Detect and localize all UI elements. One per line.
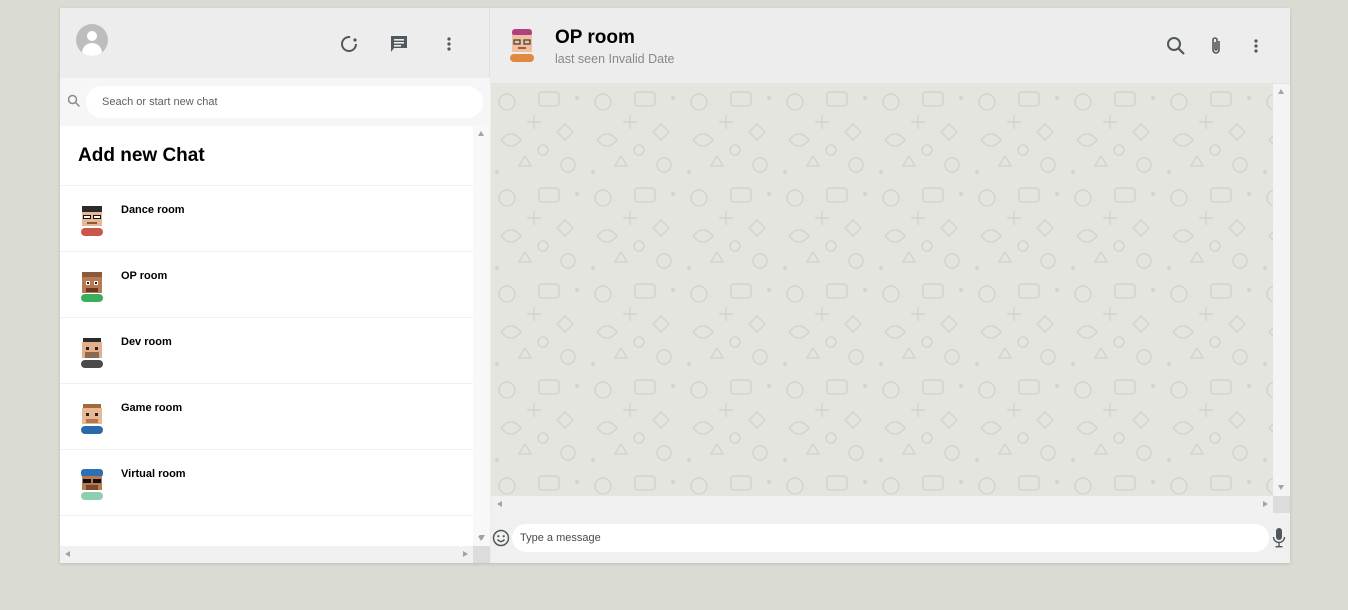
sidebar-horizontal-scrollbar[interactable] — [60, 546, 473, 563]
chat-list: Add new Chat Dance room OP room Dev room… — [60, 126, 473, 546]
composer-scroll-arrow — [479, 535, 485, 540]
chat-menu-icon[interactable] — [1242, 32, 1270, 60]
sidebar-vertical-scrollbar[interactable] — [473, 126, 490, 546]
search-bar — [60, 78, 490, 126]
room-avatar — [81, 469, 103, 500]
chat-item-dance-room[interactable]: Dance room — [60, 186, 473, 252]
app-window: Add new Chat Dance room — [60, 8, 1290, 563]
menu-icon[interactable] — [435, 30, 463, 58]
chat-last-seen: last seen Invalid Date — [555, 52, 675, 66]
attach-icon[interactable] — [1202, 32, 1230, 60]
room-avatar — [81, 272, 103, 302]
chat-item-name: Dev room — [121, 336, 172, 348]
room-avatar — [81, 338, 103, 368]
search-icon — [67, 94, 81, 113]
chat-item-dev-room[interactable]: Dev room — [60, 318, 473, 384]
status-icon[interactable] — [335, 30, 363, 58]
message-composer — [491, 513, 1290, 563]
chat-item-virtual-room[interactable]: Virtual room — [60, 450, 473, 516]
add-new-chat-button[interactable]: Add new Chat — [60, 126, 473, 186]
chat-pane: OP room last seen Invalid Date — [479, 8, 1290, 563]
microphone-icon[interactable] — [1272, 527, 1286, 554]
new-chat-icon[interactable] — [385, 30, 413, 58]
scrollbar-corner — [1273, 496, 1290, 513]
chat-item-name: Game room — [121, 402, 183, 414]
message-input[interactable] — [512, 524, 1269, 552]
room-avatar — [81, 206, 103, 236]
messages-horizontal-scrollbar[interactable] — [491, 496, 1273, 513]
user-avatar[interactable] — [76, 24, 108, 56]
messages-vertical-scrollbar[interactable] — [1273, 84, 1290, 496]
chat-header: OP room last seen Invalid Date — [491, 8, 1290, 84]
messages-area — [491, 84, 1273, 496]
chat-item-game-room[interactable]: Game room — [60, 384, 473, 450]
add-new-chat-label: Add new Chat — [78, 144, 205, 166]
chat-item-name: OP room — [121, 270, 168, 282]
sidebar-header — [60, 8, 490, 78]
chat-room-title: OP room — [555, 27, 635, 48]
sidebar: Add new Chat Dance room — [60, 8, 490, 563]
chat-background-pattern — [491, 84, 1273, 496]
scrollbar-corner — [473, 546, 490, 563]
search-messages-icon[interactable] — [1162, 32, 1190, 60]
chat-item-name: Virtual room — [121, 468, 186, 480]
chat-item-name: Dance room — [121, 204, 185, 216]
emoji-icon[interactable] — [491, 528, 511, 553]
room-avatar — [81, 404, 103, 434]
chat-room-avatar[interactable] — [507, 28, 537, 62]
chat-item-op-room[interactable]: OP room — [60, 252, 473, 318]
search-input[interactable] — [86, 86, 483, 118]
